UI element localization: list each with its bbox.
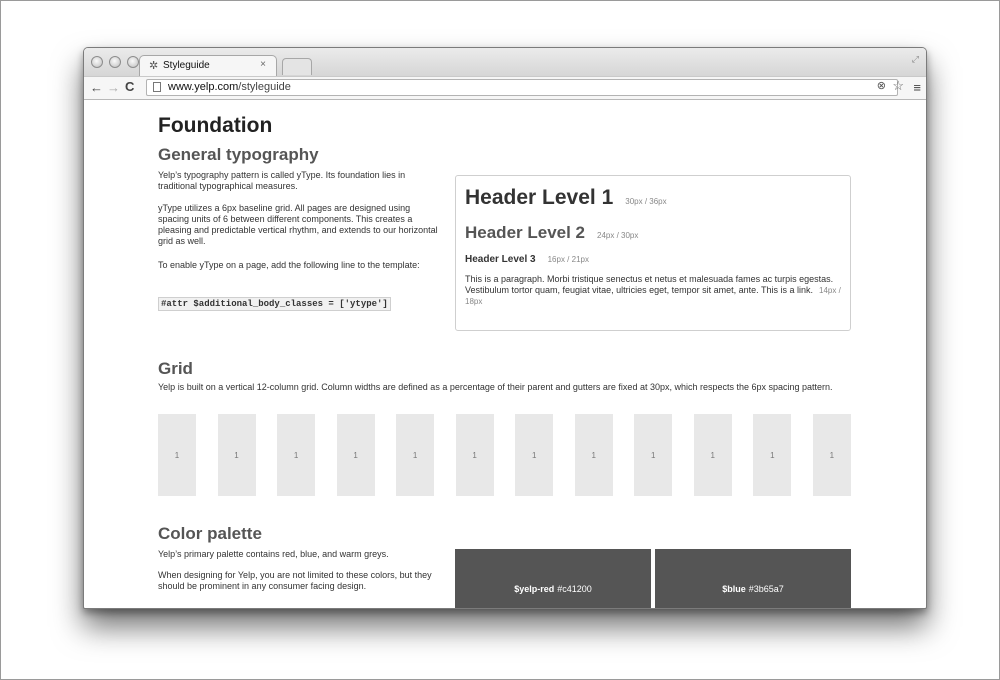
grid-column: 1 xyxy=(396,414,435,496)
forward-arrow-icon[interactable]: → xyxy=(107,80,120,95)
grid-column: 1 xyxy=(455,414,494,496)
page-content: Foundation General typography Yelp’s typ… xyxy=(84,100,926,608)
demo-h1-size: 30px / 36px xyxy=(625,197,667,206)
demo-paragraph: This is a paragraph. Morbi tristique sen… xyxy=(465,274,843,307)
minimize-window-button[interactable] xyxy=(109,56,121,68)
browser-toolbar: ← → C www.yelp.com/styleguide ⊗ ☆ ≡ xyxy=(84,76,926,100)
tab-close-icon[interactable]: × xyxy=(260,59,266,70)
grid-column: 1 xyxy=(693,414,732,496)
grid-heading: Grid xyxy=(158,359,193,378)
grid-column: 1 xyxy=(336,414,375,496)
demo-h2-text: Header Level 2 xyxy=(465,223,586,242)
swatch-blue: $blue #3b65a7 xyxy=(655,549,851,608)
demo-h2-size: 24px / 30px xyxy=(597,231,639,240)
demo-h3-text: Header Level 3 xyxy=(465,254,536,265)
typography-heading: General typography xyxy=(158,145,319,164)
swatch-yelp-red: $yelp-red #c41200 xyxy=(455,549,651,608)
demo-header-2: Header Level 2 24px / 30px xyxy=(465,223,638,243)
palette-heading: Color palette xyxy=(158,524,262,543)
fullscreen-icon[interactable]: ⤢ xyxy=(912,54,919,65)
grid-column: 1 xyxy=(634,414,673,496)
grid-column: 1 xyxy=(277,414,316,496)
grid-column: 1 xyxy=(515,414,554,496)
page-title: Foundation xyxy=(158,114,273,137)
reload-icon[interactable]: C xyxy=(125,79,134,94)
window-controls xyxy=(91,56,139,68)
typography-grid-text: yType utilizes a 6px baseline grid. All … xyxy=(158,203,438,246)
swatch-hex: #3b65a7 xyxy=(748,584,784,594)
palette-intro: Yelp’s primary palette contains red, blu… xyxy=(158,549,389,559)
url-host: www.yelp.com xyxy=(168,81,239,93)
yelp-favicon-icon: ✲ xyxy=(149,60,159,72)
demo-h1-text: Header Level 1 xyxy=(465,186,614,209)
url-text: www.yelp.com/styleguide xyxy=(168,81,291,93)
palette-guidance: When designing for Yelp, you are not lim… xyxy=(158,570,432,591)
demo-header-3: Header Level 3 16px / 21px xyxy=(465,254,589,265)
tab-title: Styleguide xyxy=(163,60,210,71)
demo-h3-size: 16px / 21px xyxy=(547,255,589,264)
bookmark-star-icon[interactable]: ☆ xyxy=(892,78,904,94)
new-tab-button[interactable] xyxy=(282,58,312,75)
grid-description: Yelp is built on a vertical 12-column gr… xyxy=(158,382,833,392)
demo-header-1: Header Level 1 30px / 36px xyxy=(465,186,667,210)
zoom-window-button[interactable] xyxy=(127,56,139,68)
title-bar: ✲ Styleguide × ⤢ xyxy=(84,48,926,76)
grid-column: 1 xyxy=(217,414,256,496)
swatch-name: $blue xyxy=(722,584,746,594)
code-snippet: #attr $additional_body_classes = ['ytype… xyxy=(158,297,391,311)
typography-enable-text: To enable yType on a page, add the follo… xyxy=(158,260,420,270)
extension-icon[interactable]: ⊗ xyxy=(877,79,886,92)
typography-intro: Yelp’s typography pattern is called yTyp… xyxy=(158,170,406,191)
swatch-name: $yelp-red xyxy=(514,584,555,594)
browser-tab[interactable]: ✲ Styleguide × xyxy=(139,55,277,76)
typography-demo-box: Header Level 1 30px / 36px Header Level 2… xyxy=(455,175,851,331)
menu-icon[interactable]: ≡ xyxy=(913,80,921,95)
grid-column: 1 xyxy=(753,414,792,496)
demo-paragraph-text: This is a paragraph. Morbi tristique sen… xyxy=(465,274,834,295)
browser-window: ✲ Styleguide × ⤢ ← → C www.yelp.com/styl… xyxy=(83,47,927,609)
close-window-button[interactable] xyxy=(91,56,103,68)
grid-column: 1 xyxy=(812,414,851,496)
grid-column: 1 xyxy=(158,414,196,496)
grid-column: 1 xyxy=(574,414,613,496)
back-arrow-icon[interactable]: ← xyxy=(90,80,103,95)
url-path: /styleguide xyxy=(238,81,291,93)
swatch-hex: #c41200 xyxy=(557,584,592,594)
page-icon xyxy=(153,82,161,92)
grid-columns: 1 1 1 1 1 1 1 1 1 1 1 1 xyxy=(158,414,851,496)
address-bar[interactable]: www.yelp.com/styleguide xyxy=(146,79,898,96)
